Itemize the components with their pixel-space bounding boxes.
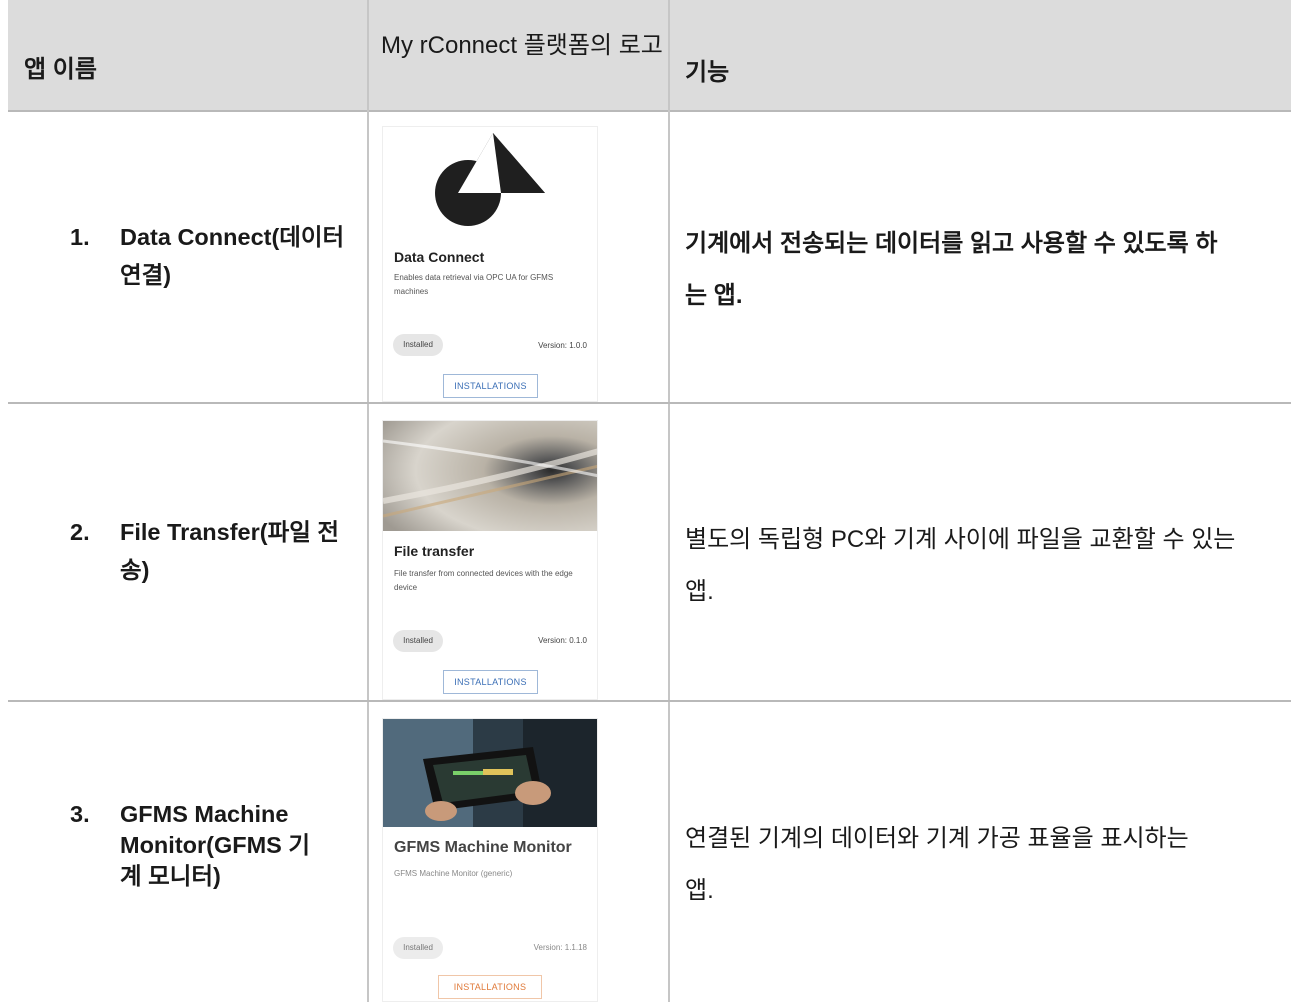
app-card-file-transfer: File transfer File transfer from connect… <box>382 420 598 700</box>
row-divider <box>8 402 1291 404</box>
installations-button[interactable]: INSTALLATIONS <box>443 374 538 398</box>
installed-badge: Installed <box>393 334 443 356</box>
card-title: GFMS Machine Monitor <box>394 839 572 856</box>
card-version: Version: 0.1.0 <box>538 636 587 645</box>
installed-badge: Installed <box>393 937 443 959</box>
row-divider <box>8 700 1291 702</box>
card-version: Version: 1.1.18 <box>533 943 587 952</box>
app-name: Data Connect(데이터 연결) <box>120 224 345 288</box>
app-function: 기계에서 전송되는 데이터를 읽고 사용할 수 있도록 하는 앱. <box>685 230 1218 309</box>
installed-badge: Installed <box>393 630 443 652</box>
apps-table: 앱 이름 My rConnect 플랫폼의 로고 기능 1. Data Conn… <box>8 0 1291 1002</box>
app-card-gfms-machine-monitor: GFMS Machine Monitor GFMS Machine Monito… <box>382 718 598 1002</box>
app-function: 별도의 독립형 PC와 기계 사이에 파일을 교환할 수 있는 앱. <box>685 526 1236 605</box>
card-version: Version: 1.0.0 <box>538 341 587 350</box>
installations-button[interactable]: INSTALLATIONS <box>443 670 538 694</box>
card-title: Data Connect <box>394 249 485 265</box>
tablet-photo-icon <box>383 719 597 827</box>
app-function: 연결된 기계의 데이터와 기계 가공 표율을 표시하는 앱. <box>685 825 1189 904</box>
app-name: GFMS Machine Monitor(GFMS 기계 모니터) <box>120 801 310 889</box>
row-number: 3. <box>70 801 90 827</box>
row-number: 1. <box>70 224 90 250</box>
tunnel-photo-icon <box>383 421 597 531</box>
card-title: File transfer <box>394 543 475 559</box>
column-divider <box>367 0 369 1002</box>
card-description: Enables data retrieval via OPC UA for GF… <box>394 273 554 296</box>
header-app-name: 앱 이름 <box>24 56 97 83</box>
card-description: File transfer from connected devices wit… <box>394 569 573 592</box>
column-divider <box>668 0 670 1002</box>
app-name: File Transfer(파일 전송) <box>120 519 339 583</box>
app-card-data-connect: Data Connect Enables data retrieval via … <box>382 126 598 402</box>
geometric-logo-icon <box>435 133 545 226</box>
card-description: GFMS Machine Monitor (generic) <box>394 869 513 878</box>
header-logo: My rConnect 플랫폼의 로고 <box>381 32 663 59</box>
header-function: 기능 <box>685 59 730 86</box>
row-number: 2. <box>70 519 90 545</box>
installations-button[interactable]: INSTALLATIONS <box>438 975 542 999</box>
